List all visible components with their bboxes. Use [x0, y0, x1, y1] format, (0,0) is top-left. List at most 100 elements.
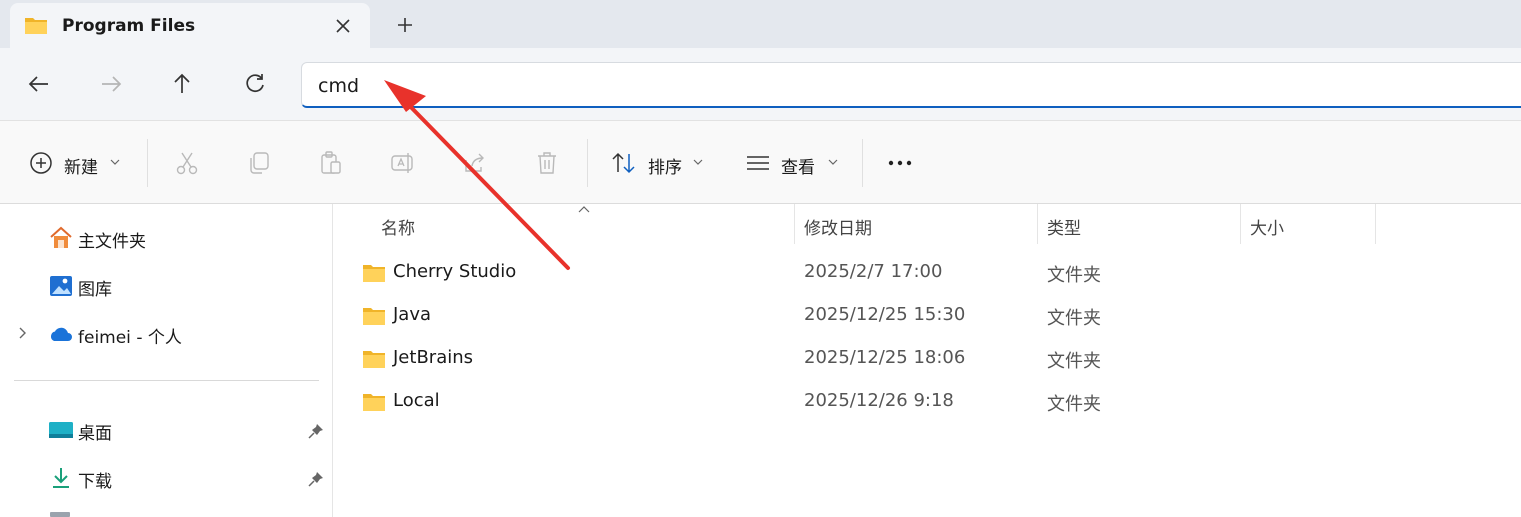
sidebar-item-desktop[interactable]: 桌面 [0, 409, 333, 449]
address-text: cmd [318, 75, 360, 97]
command-bar: 新建 排序 查看 [0, 120, 1521, 204]
folder-icon [363, 351, 385, 368]
sidebar-item-onedrive[interactable]: feimei - 个人 [0, 313, 333, 353]
refresh-button[interactable] [235, 66, 275, 102]
sidebar-item-downloads[interactable]: 下载 [0, 457, 333, 497]
column-header-label: 类型 [1047, 219, 1081, 239]
folder-icon [363, 265, 385, 282]
file-name: Cherry Studio [393, 261, 517, 282]
file-type: 文件夹 [1047, 265, 1101, 286]
share-button[interactable] [458, 143, 492, 183]
rename-button[interactable] [386, 143, 420, 183]
pin-icon[interactable] [306, 421, 326, 441]
sidebar-item-partial-icon [50, 512, 70, 517]
new-label: 新建 [64, 158, 98, 178]
separator [587, 139, 588, 187]
folder-icon [363, 394, 385, 411]
view-button[interactable]: 查看 [743, 143, 843, 183]
sidebar-item-home[interactable]: 主文件夹 [0, 217, 333, 257]
close-icon [336, 19, 350, 33]
clipboard-icon [321, 151, 341, 174]
column-header-type[interactable]: 类型 [1038, 204, 1240, 244]
share-icon [465, 153, 484, 172]
tab-program-files[interactable]: Program Files [10, 3, 370, 48]
column-header-size[interactable]: 大小 [1241, 204, 1375, 244]
folder-icon [25, 18, 47, 34]
cut-button[interactable] [170, 143, 204, 183]
sidebar-item-label: 主文件夹 [78, 232, 146, 252]
sidebar-item-gallery[interactable]: 图库 [0, 265, 333, 305]
gallery-icon [50, 276, 72, 296]
sort-label: 排序 [648, 158, 682, 178]
chevron-right-icon[interactable] [17, 326, 29, 340]
tab-title: Program Files [62, 16, 196, 36]
chevron-down-icon [828, 159, 838, 165]
sidebar-item-label: 下载 [78, 472, 112, 492]
rename-icon [391, 153, 413, 173]
separator [862, 139, 863, 187]
back-button[interactable] [19, 66, 59, 102]
file-modified: 2025/12/25 18:06 [804, 347, 966, 368]
file-name: Java [393, 304, 432, 325]
chevron-down-icon [693, 159, 703, 165]
sidebar-item-label: 图库 [78, 280, 112, 300]
home-icon [50, 226, 72, 248]
download-icon [53, 468, 69, 488]
folder-icon [363, 308, 385, 325]
separator [147, 139, 148, 187]
column-header-name[interactable]: 名称 [334, 204, 794, 244]
sidebar-divider [14, 380, 319, 381]
arrow-up-icon [174, 73, 190, 93]
delete-button[interactable] [530, 143, 564, 183]
address-bar-input[interactable]: cmd [301, 62, 1521, 108]
table-row[interactable]: Cherry Studio 2025/2/7 17:00 文件夹 [334, 253, 1521, 293]
plus-icon [398, 18, 412, 32]
file-name: Local [393, 390, 440, 411]
file-modified: 2025/12/25 15:30 [804, 304, 966, 325]
arrow-left-icon [28, 76, 48, 92]
chevron-down-icon [110, 159, 120, 165]
file-type: 文件夹 [1047, 394, 1101, 415]
arrow-right-icon [102, 76, 122, 92]
column-header-label: 大小 [1250, 219, 1284, 239]
file-type: 文件夹 [1047, 308, 1101, 329]
column-header-label: 名称 [381, 219, 415, 239]
onedrive-cloud-icon [50, 327, 72, 341]
more-options-button[interactable] [882, 143, 918, 183]
file-modified: 2025/2/7 17:00 [804, 261, 943, 282]
column-header-modified[interactable]: 修改日期 [795, 204, 1037, 244]
tab-strip: Program Files [0, 0, 1521, 48]
up-button[interactable] [162, 66, 202, 102]
table-row[interactable]: JetBrains 2025/12/25 18:06 文件夹 [334, 339, 1521, 379]
new-tab-button[interactable] [388, 10, 422, 40]
paste-button[interactable] [314, 143, 348, 183]
copy-button[interactable] [242, 143, 276, 183]
add-circle-icon [30, 152, 52, 174]
column-header-label: 修改日期 [804, 219, 872, 239]
trash-icon [538, 152, 556, 174]
navigation-bar: cmd [0, 48, 1521, 120]
list-view-icon [747, 156, 769, 170]
file-name: JetBrains [393, 347, 474, 368]
more-icon [888, 160, 912, 166]
sort-ascending-icon [578, 206, 590, 213]
sort-button[interactable]: 排序 [608, 143, 708, 183]
table-row[interactable]: Local 2025/12/26 9:18 文件夹 [334, 382, 1521, 422]
sort-icon [612, 152, 635, 174]
file-modified: 2025/12/26 9:18 [804, 390, 954, 411]
desktop-icon [49, 422, 73, 438]
forward-button[interactable] [91, 66, 131, 102]
sidebar-item-label: feimei - 个人 [78, 328, 182, 348]
view-label: 查看 [781, 158, 815, 178]
refresh-icon [246, 74, 264, 93]
navigation-pane: 主文件夹 图库 feimei - 个人 桌面 下载 [0, 204, 333, 517]
copy-icon [250, 152, 269, 174]
column-divider[interactable] [1375, 204, 1376, 244]
pin-icon[interactable] [306, 469, 326, 489]
new-button[interactable]: 新建 [26, 143, 126, 183]
close-tab-button[interactable] [328, 11, 358, 41]
table-row[interactable]: Java 2025/12/25 15:30 文件夹 [334, 296, 1521, 336]
sidebar-item-label: 桌面 [78, 424, 112, 444]
file-list: 名称 修改日期 类型 大小 Cherry Studio 2025/2/7 17:… [334, 204, 1521, 517]
file-type: 文件夹 [1047, 351, 1101, 372]
